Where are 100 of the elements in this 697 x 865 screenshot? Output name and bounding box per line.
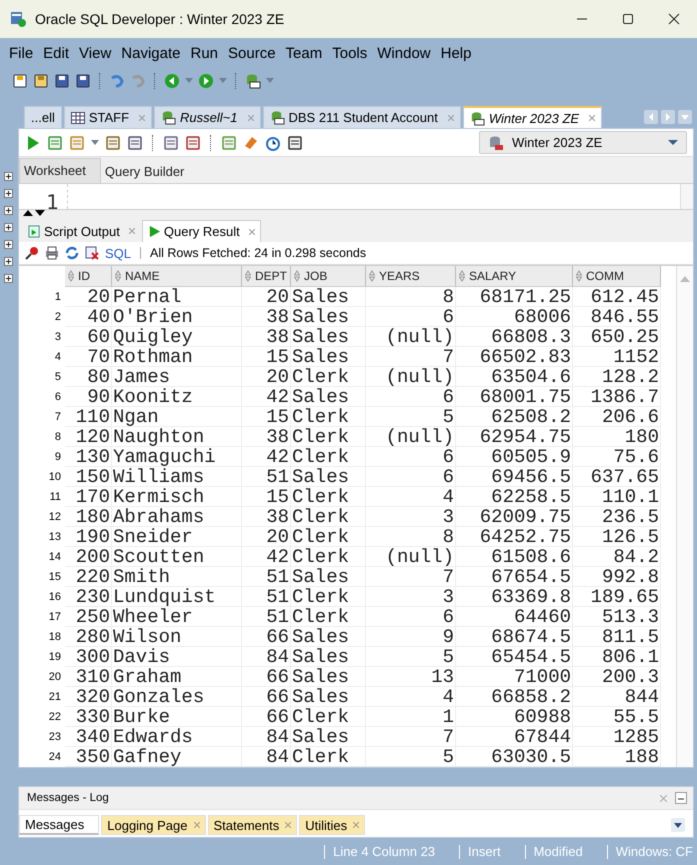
- column-header[interactable]: ID: [65, 266, 112, 287]
- sort-icon: [369, 270, 375, 282]
- row-number: 2: [54, 310, 62, 325]
- column-header[interactable]: SALARY: [456, 266, 573, 287]
- column-header[interactable]: NAME: [112, 266, 242, 287]
- save-all-icon[interactable]: [75, 73, 91, 89]
- column-header[interactable]: JOB: [291, 266, 366, 287]
- close-icon[interactable]: [248, 228, 255, 234]
- worksheet-tab[interactable]: Query Builder: [100, 160, 198, 183]
- scrollbar[interactable]: [680, 184, 693, 209]
- expand-icon[interactable]: [4, 274, 13, 283]
- column-header[interactable]: YEARS: [366, 266, 456, 287]
- table-cell: 128.2: [573, 367, 661, 387]
- editor-tab[interactable]: Winter 2023 ZE: [462, 106, 602, 128]
- table-cell: 20: [242, 367, 291, 387]
- editor-tab[interactable]: Russell~1: [154, 106, 260, 128]
- row-number: 22: [48, 710, 62, 725]
- row-number: 15: [48, 570, 62, 585]
- close-icon[interactable]: [194, 822, 200, 828]
- tab-list-icon[interactable]: [671, 818, 685, 832]
- menu-item[interactable]: Run: [187, 44, 226, 62]
- status-item: Windows: CF: [606, 844, 697, 858]
- close-icon[interactable]: [660, 794, 667, 802]
- pin-icon[interactable]: [25, 246, 39, 260]
- table-cell: 66808.3: [456, 327, 573, 347]
- print-icon[interactable]: [45, 246, 59, 260]
- panel-title: Messages - Log: [27, 792, 109, 804]
- close-icon[interactable]: [139, 114, 146, 120]
- menu-item[interactable]: Navigate: [118, 44, 188, 62]
- app-icon: [10, 11, 26, 27]
- run-icon[interactable]: [25, 134, 41, 150]
- back-icon[interactable]: [164, 73, 180, 89]
- close-icon[interactable]: [448, 114, 454, 120]
- table-cell: 20: [242, 527, 291, 547]
- caret-icon[interactable]: [91, 140, 99, 146]
- row-number: 19: [48, 650, 62, 665]
- editor-tab[interactable]: STAFF: [64, 106, 152, 128]
- table-cell: 68001.75: [456, 387, 573, 407]
- new-file-icon[interactable]: [12, 73, 28, 89]
- expand-icon[interactable]: [4, 240, 13, 249]
- minimize-icon[interactable]: [675, 792, 687, 804]
- sql-link[interactable]: SQL: [105, 246, 132, 260]
- clock-icon[interactable]: [265, 134, 281, 150]
- table-cell: 6: [366, 467, 456, 487]
- worksheet-tab[interactable]: Worksheet: [19, 158, 101, 183]
- menu-item[interactable]: Window: [374, 44, 438, 62]
- close-icon[interactable]: [248, 114, 254, 120]
- caret-icon[interactable]: [266, 78, 274, 84]
- close-icon[interactable]: [128, 228, 135, 234]
- table-cell: Naughton: [112, 427, 242, 447]
- expand-icon[interactable]: [4, 189, 13, 198]
- menu-item[interactable]: Edit: [40, 44, 76, 62]
- table-cell: (null): [366, 327, 456, 347]
- save-icon[interactable]: [54, 73, 70, 89]
- message-tab[interactable]: Utilities: [299, 815, 366, 835]
- table-cell: Wheeler: [112, 607, 242, 627]
- message-tab[interactable]: Messages: [19, 815, 100, 835]
- refresh-icon[interactable]: [65, 246, 79, 260]
- close-icon[interactable]: [589, 115, 596, 121]
- table-cell: 64460: [456, 607, 573, 627]
- table-cell: 4: [366, 487, 456, 507]
- table-cell: 992.8: [573, 567, 661, 587]
- scroll-up-icon[interactable]: [680, 276, 690, 282]
- expand-icon[interactable]: [4, 206, 13, 215]
- table-cell: 513.3: [573, 607, 661, 627]
- menu-item[interactable]: Team: [282, 44, 330, 62]
- message-tab[interactable]: Logging Page: [101, 815, 206, 835]
- row-number: 3: [54, 330, 62, 345]
- editor-tab[interactable]: ...ell: [24, 106, 62, 128]
- result-tab[interactable]: Query Result: [142, 220, 261, 242]
- message-tab[interactable]: Statements: [208, 815, 298, 835]
- column-header[interactable]: COMM: [573, 266, 661, 287]
- open-folder-icon[interactable]: [33, 73, 49, 89]
- splitter-arrows-icon[interactable]: [23, 210, 45, 216]
- forward-icon[interactable]: [198, 73, 214, 89]
- caret-icon[interactable]: [185, 78, 193, 84]
- menu-item[interactable]: Tools: [329, 44, 374, 62]
- table-cell: 75.6: [573, 447, 661, 467]
- table-cell: 38: [242, 307, 291, 327]
- table-cell: 61508.6: [456, 547, 573, 567]
- expand-icon[interactable]: [4, 223, 13, 232]
- editor-tab[interactable]: DBS 211 Student Account: [262, 106, 461, 128]
- sort-icon: [115, 270, 121, 282]
- close-icon[interactable]: [353, 822, 360, 828]
- connection-dropdown[interactable]: Winter 2023 ZE: [479, 131, 687, 154]
- expand-icon[interactable]: [4, 257, 13, 266]
- caret-icon[interactable]: [219, 78, 227, 84]
- eraser-icon[interactable]: [243, 134, 259, 150]
- expand-icon[interactable]: [4, 172, 13, 181]
- undo-icon[interactable]: [109, 73, 125, 89]
- cancel-icon[interactable]: [85, 246, 99, 260]
- menu-item[interactable]: View: [76, 44, 118, 62]
- result-tab[interactable]: Script Output: [23, 220, 140, 242]
- table-cell: 206.6: [573, 407, 661, 427]
- menu-item[interactable]: Source: [225, 44, 283, 62]
- table-cell: Clerk: [291, 507, 366, 527]
- menu-item[interactable]: File: [6, 44, 40, 62]
- column-header[interactable]: DEPT: [242, 266, 291, 287]
- close-icon[interactable]: [285, 822, 292, 828]
- menu-item[interactable]: Help: [438, 44, 478, 62]
